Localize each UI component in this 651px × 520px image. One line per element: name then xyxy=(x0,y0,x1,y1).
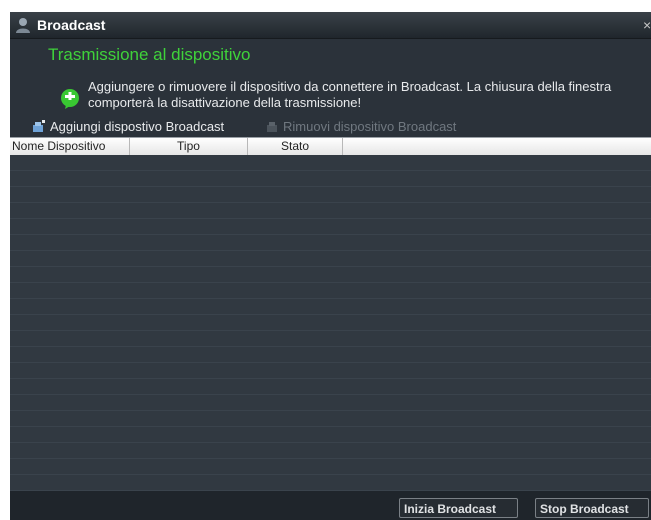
column-type[interactable]: Tipo xyxy=(130,138,248,155)
remove-device-icon xyxy=(267,122,277,132)
remove-device-label: Rimuovi dispositivo Broadcast xyxy=(283,118,457,134)
remove-device-button[interactable]: Rimuovi dispositivo Broadcast xyxy=(265,117,456,135)
broadcast-window: Broadcast × Trasmissione al dispositivo … xyxy=(10,12,651,520)
device-table-header: Nome Dispositivo Tipo Stato xyxy=(10,137,651,156)
add-device-button[interactable]: Aggiungi dispostivo Broadcast xyxy=(32,117,224,135)
title-bar: Broadcast × xyxy=(10,12,651,39)
start-broadcast-button[interactable]: Inizia Broadcast xyxy=(399,498,518,518)
info-message: Aggiungere o rimuovere il dispositivo da… xyxy=(88,79,612,110)
column-device-name[interactable]: Nome Dispositivo xyxy=(10,138,130,155)
page-heading: Trasmissione al dispositivo xyxy=(48,45,251,64)
info-bubble-icon xyxy=(61,89,79,109)
column-status[interactable]: Stato xyxy=(248,138,343,155)
add-device-icon xyxy=(33,120,45,132)
add-device-label: Aggiungi dispostivo Broadcast xyxy=(50,118,225,134)
device-table-body[interactable] xyxy=(10,155,651,491)
window-title: Broadcast xyxy=(37,17,106,33)
broadcast-icon xyxy=(16,18,30,33)
close-icon[interactable]: × xyxy=(643,16,651,34)
stop-broadcast-button[interactable]: Stop Broadcast xyxy=(535,498,649,518)
